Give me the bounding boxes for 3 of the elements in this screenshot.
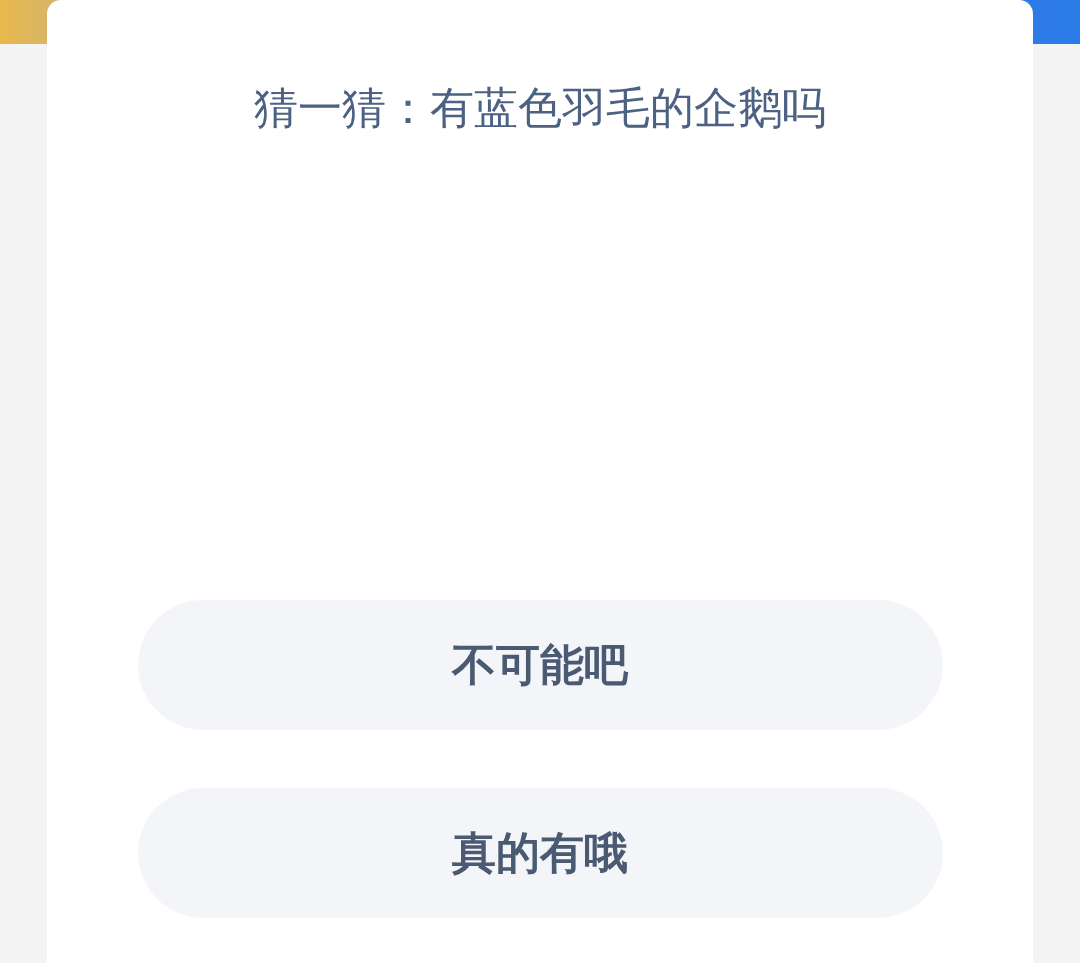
answer-option-button[interactable]: 不可能吧 <box>137 600 943 730</box>
answer-option-button[interactable]: 真的有哦 <box>137 788 943 918</box>
question-text: 猜一猜：有蓝色羽毛的企鹅吗 <box>254 81 826 135</box>
